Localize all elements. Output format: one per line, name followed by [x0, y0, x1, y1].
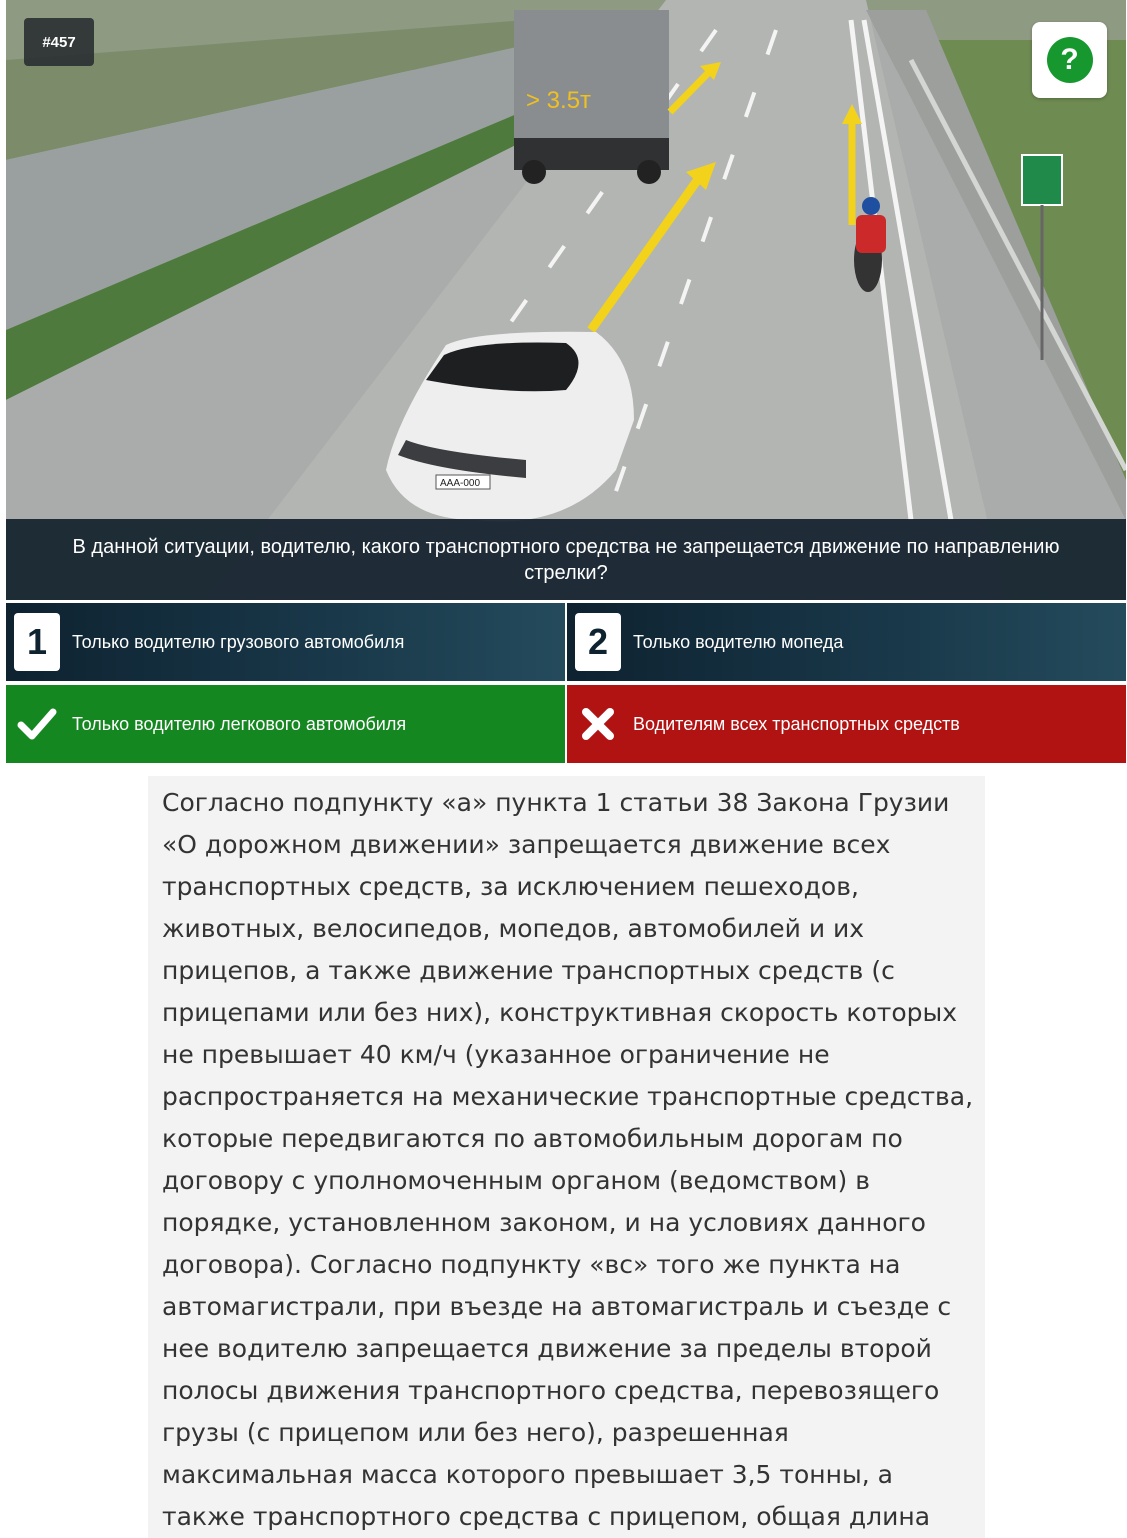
explanation-panel: Согласно подпункту «а» пункта 1 статьи 3… — [148, 776, 985, 1538]
answer-label: Только водителю грузового автомобиля — [72, 631, 405, 652]
answer-option-4[interactable]: Водителям всех транспортных средств — [567, 685, 1126, 763]
check-icon — [14, 695, 60, 753]
scene-image: > 3.5т AAA-000 #457 — [6, 0, 1126, 600]
help-button[interactable]: ? — [1032, 22, 1107, 98]
answer-number: 1 — [14, 613, 60, 671]
question-mark-icon: ? — [1046, 37, 1093, 83]
explanation-text: Согласно подпункту «а» пункта 1 статьи 3… — [162, 788, 974, 1531]
question-number-badge: #457 — [24, 18, 94, 66]
answer-option-1[interactable]: 1 Только водителю грузового автомобиля — [6, 603, 565, 681]
answer-option-3[interactable]: Только водителю легкового автомобиля — [6, 685, 565, 763]
question-text: В данной ситуации, водителю, какого тран… — [6, 519, 1126, 600]
highway-illustration: > 3.5т AAA-000 — [6, 0, 1126, 600]
truck-weight-label: > 3.5т — [526, 87, 591, 114]
answer-label: Только водителю легкового автомобиля — [72, 713, 407, 734]
answer-label: Водителям всех транспортных средств — [633, 713, 960, 734]
question-number: #457 — [42, 33, 76, 51]
answer-option-2[interactable]: 2 Только водителю мопеда — [567, 603, 1126, 681]
answer-label: Только водителю мопеда — [633, 631, 844, 652]
answer-number: 2 — [575, 613, 621, 671]
answers-grid: 1 Только водителю грузового автомобиля 2… — [6, 603, 1126, 764]
cross-icon — [575, 695, 621, 753]
question-label: В данной ситуации, водителю, какого тран… — [72, 535, 1060, 584]
car-plate: AAA-000 — [440, 478, 480, 489]
